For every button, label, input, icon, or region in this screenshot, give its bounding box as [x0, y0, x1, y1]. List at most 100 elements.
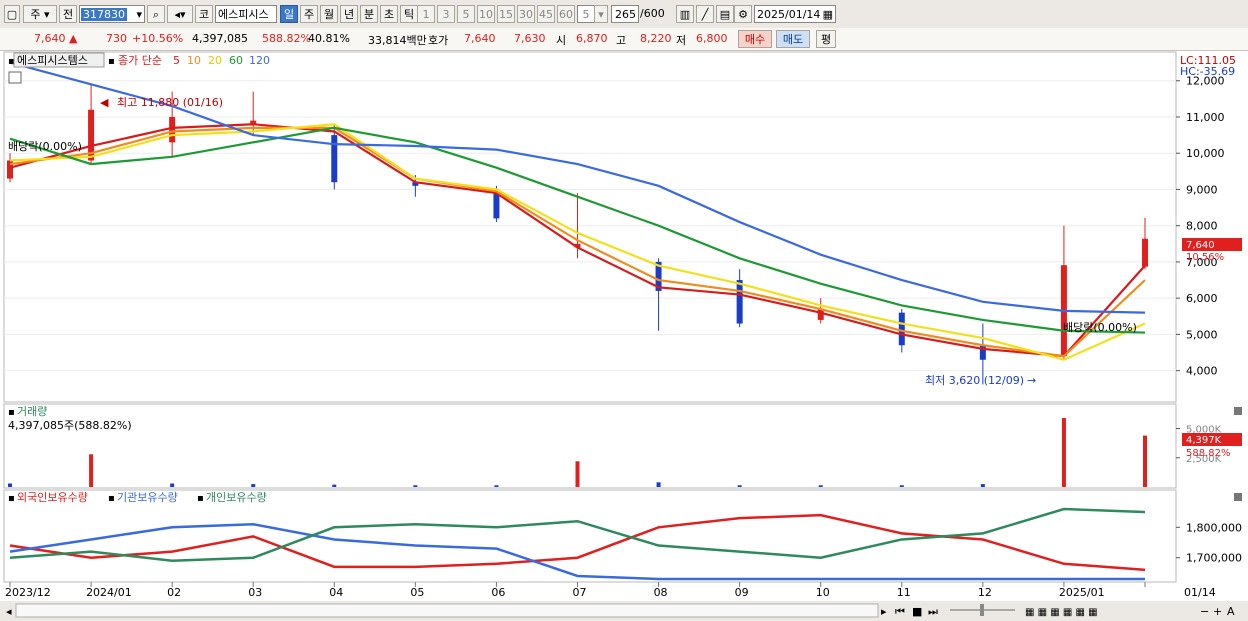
- code-value: 317830: [81, 8, 127, 21]
- date-input[interactable]: 2025/01/14 ▦: [754, 5, 836, 23]
- x-tick-label: 2025/01: [1059, 586, 1105, 599]
- volume-bar: [1143, 435, 1147, 487]
- period-second[interactable]: 초: [380, 5, 398, 23]
- sell-button[interactable]: 매도: [776, 30, 810, 48]
- zoom-out-icon[interactable]: −: [1200, 605, 1209, 618]
- buy-button[interactable]: 매수: [738, 30, 772, 48]
- avg-button[interactable]: 평: [816, 30, 836, 48]
- scroll-right-icon[interactable]: ▸: [881, 605, 887, 618]
- interval-60[interactable]: 60: [557, 5, 575, 23]
- calendar-icon[interactable]: ▦: [823, 6, 833, 24]
- volume-title: 거래량: [17, 405, 47, 418]
- candle-body: [898, 312, 905, 346]
- ma20-legend: 20: [208, 54, 222, 67]
- last-price-tag-text: 7,640: [1186, 240, 1215, 251]
- volume-handle-icon[interactable]: ▪: [8, 407, 15, 418]
- volume-bar: [89, 454, 94, 487]
- layout-icon[interactable]: ▢: [4, 5, 20, 23]
- interval-5[interactable]: 5: [457, 5, 475, 23]
- candle-body: [736, 280, 743, 324]
- low-label: 저: [676, 34, 687, 47]
- period-tick[interactable]: 틱: [400, 5, 418, 23]
- volume-value-text: 4,397,085주(588.82%): [8, 419, 132, 432]
- candle-type-icon[interactable]: ▥: [676, 5, 694, 23]
- price-tick-label: 5,000: [1186, 328, 1218, 341]
- speaker-icon[interactable]: ◂▾: [167, 5, 193, 23]
- calendar-small-icon[interactable]: [8, 71, 22, 84]
- volume-bar: [413, 485, 418, 487]
- high-marker-icon: ◀: [100, 96, 109, 109]
- chart-area[interactable]: 12,00011,00010,0009,0008,0007,0006,0005,…: [0, 51, 1248, 621]
- zoom-in-icon[interactable]: +: [1213, 605, 1222, 618]
- low-price: 6,800: [696, 32, 728, 45]
- interval-dropdown-icon[interactable]: ▾: [594, 5, 608, 23]
- interval-1[interactable]: 1: [417, 5, 435, 23]
- x-tick-label: 11: [897, 586, 911, 599]
- interval-45[interactable]: 45: [537, 5, 555, 23]
- retail-handle-icon[interactable]: ▪: [197, 493, 204, 504]
- change-value: 730: [106, 32, 127, 45]
- gear-icon[interactable]: ⚙: [734, 5, 752, 23]
- price-tick-label: 8,000: [1186, 220, 1218, 233]
- period-minute[interactable]: 분: [360, 5, 378, 23]
- interval-15[interactable]: 15: [497, 5, 515, 23]
- rewind-icon[interactable]: ⏮: [895, 605, 905, 618]
- ma-handle-icon[interactable]: ▪: [108, 56, 115, 67]
- zoom-icons[interactable]: ▦ ▦ ▦ ▦ ▦ ▦: [1025, 607, 1098, 618]
- high-label: 고: [616, 34, 627, 47]
- market-select[interactable]: 주 ▾: [23, 5, 57, 23]
- low-note: 최저 3,620 (12/09): [925, 374, 1024, 387]
- period-year[interactable]: 년: [340, 5, 358, 23]
- scroll-left-icon[interactable]: ◂: [6, 605, 12, 618]
- inst-handle-icon[interactable]: ▪: [108, 493, 115, 504]
- last-pct-tag-text: 10.56%: [1186, 252, 1224, 263]
- count-input[interactable]: 265: [611, 5, 639, 23]
- search-icon[interactable]: ⌕: [147, 5, 165, 23]
- trade-amount: 33,814백만: [368, 34, 427, 47]
- x-tick-label: 09: [735, 586, 749, 599]
- stock-name-field[interactable]: 에스피시스: [215, 5, 277, 23]
- volume-bar: [332, 484, 337, 487]
- auto-scale-icon[interactable]: A: [1227, 605, 1235, 618]
- chevron-down-icon[interactable]: ▾: [136, 6, 142, 24]
- low-marker-icon: →: [1027, 374, 1036, 387]
- x-tick-label: 03: [248, 586, 262, 599]
- period-week[interactable]: 주: [300, 5, 318, 23]
- change-percent: +10.56%: [132, 32, 184, 45]
- draw-tool-icon[interactable]: ╱: [696, 5, 714, 23]
- code-input[interactable]: 317830 ▾: [79, 5, 145, 23]
- holding-close-icon[interactable]: [1234, 493, 1242, 501]
- ma120-legend: 120: [249, 54, 270, 67]
- inst-legend: 기관보유수량: [117, 491, 178, 504]
- price-tick-label: 9,000: [1186, 183, 1218, 196]
- volume-bar: [899, 485, 904, 487]
- candle-body: [169, 116, 176, 143]
- hc-label: HC:-35.69: [1180, 65, 1235, 78]
- x-tick-label: 01/14: [1184, 586, 1216, 599]
- stop-icon[interactable]: ■: [912, 605, 922, 618]
- forward-icon[interactable]: ⏭: [928, 605, 938, 618]
- up-triangle-icon: ▲: [69, 32, 78, 45]
- date-value: 2025/01/14: [757, 8, 821, 21]
- interval-3[interactable]: 3: [437, 5, 455, 23]
- high-note: 최고 11,880 (01/16): [117, 96, 223, 109]
- candle-body: [1142, 238, 1148, 267]
- volume-close-icon[interactable]: [1234, 407, 1242, 415]
- period-day[interactable]: 일: [280, 5, 298, 23]
- ask-label: 호가: [428, 34, 449, 47]
- dividend-note-left: 배당락(0.00%): [8, 140, 82, 153]
- interval-10[interactable]: 10: [477, 5, 495, 23]
- count-max: /600: [640, 7, 665, 20]
- foreign-handle-icon[interactable]: ▪: [8, 493, 15, 504]
- quote-bar: 7,640 ▲ 730 +10.56% 4,397,085 588.82% 40…: [0, 28, 1248, 51]
- interval-30[interactable]: 30: [517, 5, 535, 23]
- save-icon[interactable]: ▤: [716, 5, 734, 23]
- zoom-slider-handle[interactable]: [980, 604, 984, 616]
- prev-button[interactable]: 전: [59, 5, 77, 23]
- volume-bar: [1061, 418, 1066, 487]
- interval-input[interactable]: 5: [577, 5, 595, 23]
- volume-ratio: 588.82%: [262, 32, 311, 45]
- period-month[interactable]: 월: [320, 5, 338, 23]
- code-prefix-button[interactable]: 코: [195, 5, 213, 23]
- scrollbar-thumb[interactable]: [15, 603, 879, 618]
